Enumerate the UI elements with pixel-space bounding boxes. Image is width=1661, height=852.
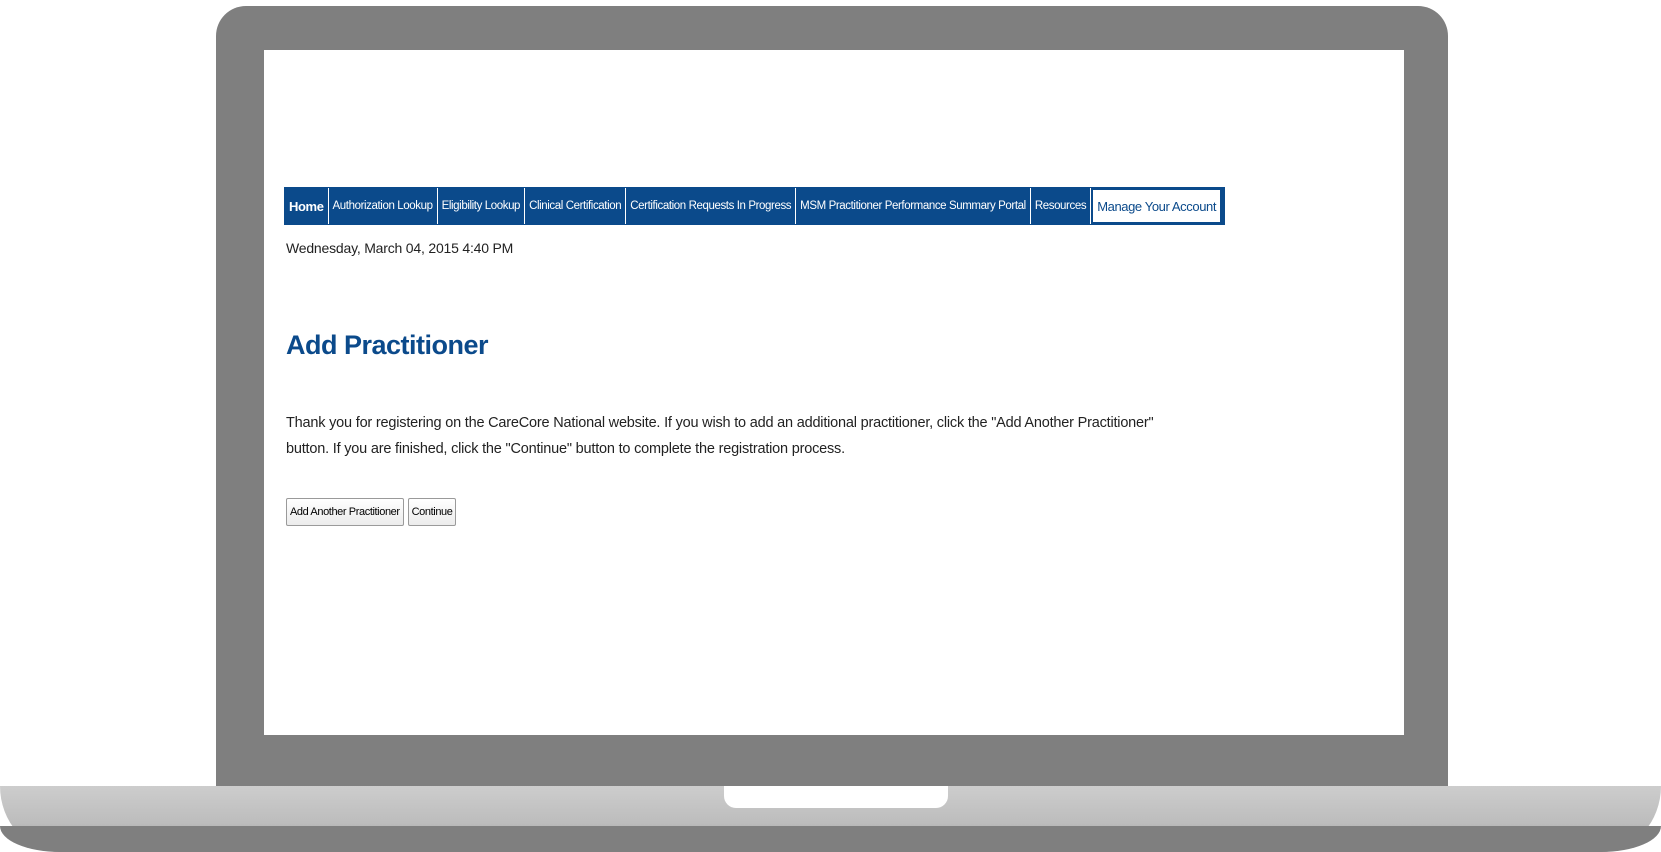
nav-item-clinical-certification[interactable]: Clinical Certification [525,188,627,224]
nav-item-msm-portal[interactable]: MSM Practitioner Performance Summary Por… [796,188,1031,224]
current-datetime: Wednesday, March 04, 2015 4:40 PM [286,240,514,256]
nav-item-resources[interactable]: Resources [1031,188,1092,224]
laptop-screen: Home Authorization Lookup Eligibility Lo… [264,50,1404,735]
nav-item-authorization-lookup[interactable]: Authorization Lookup [329,188,438,224]
laptop-notch [724,786,948,808]
continue-button[interactable]: Continue [407,498,457,526]
laptop-mockup: Home Authorization Lookup Eligibility Lo… [0,0,1661,852]
nav-item-eligibility-lookup[interactable]: Eligibility Lookup [438,188,526,224]
nav-item-manage-account[interactable]: Manage Your Account [1091,188,1225,224]
add-another-practitioner-button[interactable]: Add Another Practitioner [286,498,404,526]
nav-item-certification-requests[interactable]: Certification Requests In Progress [626,188,797,224]
laptop-base-bottom [0,826,1661,852]
intro-text: Thank you for registering on the CareCor… [286,415,1154,457]
nav-item-home[interactable]: Home [285,188,329,224]
main-nav: Home Authorization Lookup Eligibility Lo… [284,187,1226,225]
page-title: Add Practitioner [286,330,489,360]
action-buttons: Add Another Practitioner Continue [286,498,457,526]
